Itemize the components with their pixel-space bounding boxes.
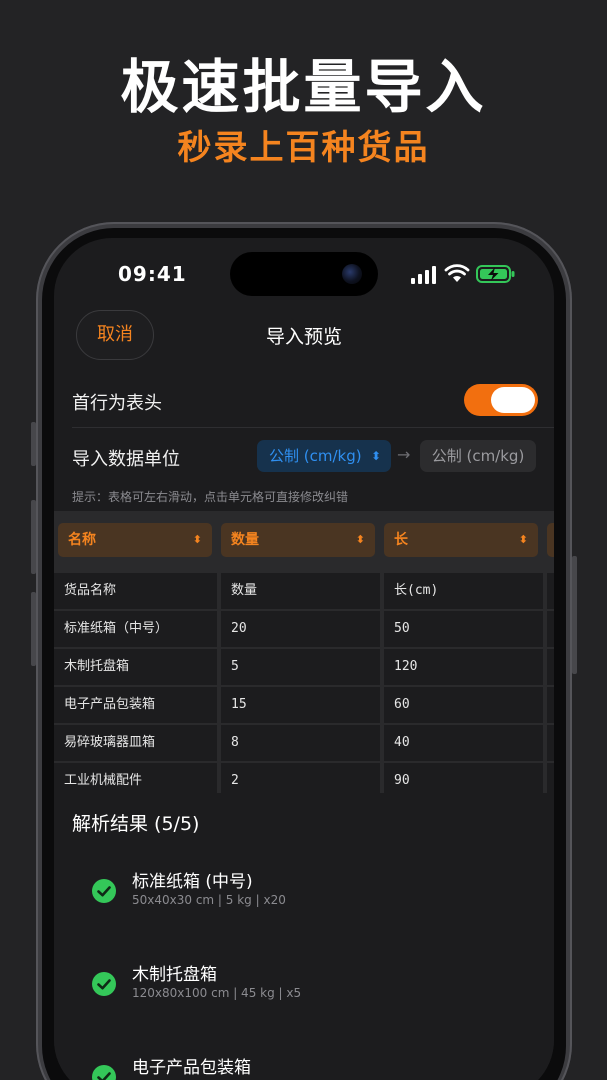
result-name: 标准纸箱 (中号) — [132, 872, 253, 892]
unit-label: 导入数据单位 — [72, 449, 180, 470]
list-item[interactable]: 木制托盘箱 120x80x100 cm | 45 kg | x5 — [54, 958, 554, 1018]
column-select-name[interactable]: 名称 ⬍ — [58, 523, 212, 557]
result-meta: 120x80x100 cm | 45 kg | x5 — [132, 986, 302, 1000]
table-cell[interactable] — [547, 573, 554, 609]
table-cell[interactable]: 40 — [384, 725, 543, 761]
table-row: 货品名称 数量 长(cm) — [54, 573, 554, 609]
checkmark-circle-icon — [92, 1065, 116, 1080]
header-row-label: 首行为表头 — [72, 393, 162, 414]
toggle-knob — [491, 387, 535, 413]
silent-switch — [31, 592, 36, 666]
table-cell[interactable]: 2 — [221, 763, 380, 793]
parse-results: 解析结果 (5/5) 标准纸箱 (中号) 50x40x30 cm | 5 kg … — [54, 793, 554, 1080]
table-row: 木制托盘箱 5 120 — [54, 649, 554, 685]
table-row: 工业机械配件 2 90 — [54, 763, 554, 793]
table-cell[interactable]: 易碎玻璃器皿箱 — [54, 725, 217, 761]
camera-icon — [342, 264, 362, 284]
checkmark-circle-icon — [92, 879, 116, 903]
list-item[interactable]: 标准纸箱 (中号) 50x40x30 cm | 5 kg | x20 — [54, 865, 554, 925]
volume-up-button — [31, 422, 36, 466]
table-cell[interactable]: 木制托盘箱 — [54, 649, 217, 685]
unit-source-value: 公制 (cm/kg) — [269, 447, 362, 465]
table-cell[interactable]: 8 — [221, 725, 380, 761]
signal-icon — [411, 266, 436, 284]
table-cell[interactable]: 长(cm) — [384, 573, 543, 609]
table-cell[interactable] — [547, 649, 554, 685]
status-icons — [410, 264, 540, 286]
table-cell[interactable] — [547, 687, 554, 723]
table-cell[interactable] — [547, 725, 554, 761]
table-row: 易碎玻璃器皿箱 8 40 — [54, 725, 554, 761]
table-cell[interactable]: 电子产品包装箱 — [54, 687, 217, 723]
dynamic-island — [230, 252, 378, 296]
result-meta: 50x40x30 cm | 5 kg | x20 — [132, 893, 286, 907]
chevron-up-down-icon: ⬍ — [518, 533, 528, 546]
chevron-up-down-icon: ⬍ — [192, 533, 202, 546]
table-cell[interactable] — [547, 763, 554, 793]
table-header: 名称 ⬍ 数量 ⬍ 长 ⬍ — [54, 511, 554, 571]
table-cell[interactable]: 15 — [221, 687, 380, 723]
chevron-up-down-icon: ⬍ — [370, 449, 381, 463]
table-cell[interactable]: 工业机械配件 — [54, 763, 217, 793]
result-name: 电子产品包装箱 — [132, 1058, 251, 1078]
table-row: 标准纸箱（中号） 20 50 — [54, 611, 554, 647]
hero-subtitle: 秒录上百种货品 — [177, 128, 430, 168]
table-cell[interactable]: 货品名称 — [54, 573, 217, 609]
battery-charging-icon — [476, 265, 515, 283]
column-select-quantity[interactable]: 数量 ⬍ — [221, 523, 375, 557]
table-cell[interactable]: 120 — [384, 649, 543, 685]
results-title: 解析结果 (5/5) — [72, 813, 200, 835]
power-button — [572, 556, 577, 674]
app-store-preview: 极速批量导入 秒录上百种货品 09:41 取消 导入预览 首行为表头 导入数据单… — [0, 0, 607, 1080]
status-time: 09:41 — [118, 262, 187, 286]
table-cell[interactable]: 20 — [221, 611, 380, 647]
table-cell[interactable]: 数量 — [221, 573, 380, 609]
checkmark-circle-icon — [92, 972, 116, 996]
chevron-up-down-icon: ⬍ — [355, 533, 365, 546]
divider — [72, 427, 554, 428]
table-cell[interactable]: 90 — [384, 763, 543, 793]
phone-screen: 09:41 取消 导入预览 首行为表头 导入数据单位 公制 (cm/kg) ⬍ … — [54, 238, 554, 1080]
table-cell[interactable] — [547, 611, 554, 647]
volume-down-button — [31, 500, 36, 574]
hint-text: 提示：表格可左右滑动，点击单元格可直接修改纠错 — [72, 490, 349, 504]
result-name: 木制托盘箱 — [132, 965, 217, 985]
header-row-toggle[interactable] — [464, 384, 538, 416]
table-cell[interactable]: 5 — [221, 649, 380, 685]
table-cell[interactable]: 60 — [384, 687, 543, 723]
table-cell[interactable]: 50 — [384, 611, 543, 647]
column-select-length[interactable]: 长 ⬍ — [384, 523, 538, 557]
unit-source-select[interactable]: 公制 (cm/kg) ⬍ — [257, 440, 391, 472]
preview-table[interactable]: 名称 ⬍ 数量 ⬍ 长 ⬍ 货品名称 数量 长(cm) 标准纸箱（中号） 20 … — [54, 511, 554, 793]
column-label: 数量 — [231, 532, 259, 548]
column-label: 长 — [394, 532, 408, 548]
list-item[interactable]: 电子产品包装箱 — [54, 1051, 554, 1080]
table-cell[interactable]: 标准纸箱（中号） — [54, 611, 217, 647]
wifi-icon — [444, 264, 470, 282]
page-title: 导入预览 — [265, 326, 342, 348]
table-row: 电子产品包装箱 15 60 — [54, 687, 554, 723]
column-label: 名称 — [68, 532, 96, 548]
arrow-right-icon: → — [397, 445, 411, 464]
hero-title: 极速批量导入 — [120, 53, 487, 121]
unit-target-value: 公制 (cm/kg) — [420, 440, 536, 472]
column-select-next[interactable] — [547, 523, 554, 557]
